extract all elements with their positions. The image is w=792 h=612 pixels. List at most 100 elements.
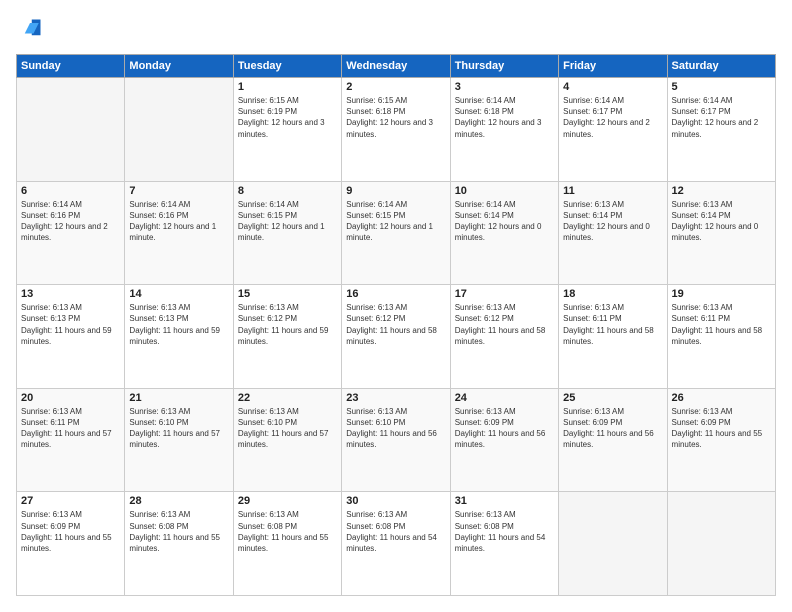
calendar-cell: 9 Sunrise: 6:14 AMSunset: 6:15 PMDaylight… [342, 181, 450, 285]
day-number: 29 [238, 495, 337, 507]
calendar-week-row: 1 Sunrise: 6:15 AMSunset: 6:19 PMDaylight… [17, 78, 776, 182]
day-number: 25 [563, 392, 662, 404]
day-info: Sunrise: 6:13 AMSunset: 6:09 PMDaylight:… [21, 509, 120, 554]
day-info: Sunrise: 6:13 AMSunset: 6:09 PMDaylight:… [672, 406, 771, 451]
day-number: 24 [455, 392, 554, 404]
day-info: Sunrise: 6:14 AMSunset: 6:15 PMDaylight:… [346, 199, 445, 244]
day-number: 19 [672, 288, 771, 300]
page: SundayMondayTuesdayWednesdayThursdayFrid… [0, 0, 792, 612]
day-info: Sunrise: 6:14 AMSunset: 6:17 PMDaylight:… [672, 95, 771, 140]
day-info: Sunrise: 6:14 AMSunset: 6:18 PMDaylight:… [455, 95, 554, 140]
calendar-cell [667, 492, 775, 596]
day-number: 1 [238, 81, 337, 93]
day-number: 4 [563, 81, 662, 93]
calendar-cell: 30Sunrise: 6:13 AMSunset: 6:08 PMDayligh… [342, 492, 450, 596]
calendar-cell: 6Sunrise: 6:14 AMSunset: 6:16 PMDaylight… [17, 181, 125, 285]
day-number: 14 [129, 288, 228, 300]
calendar-cell: 23Sunrise: 6:13 AMSunset: 6:10 PMDayligh… [342, 388, 450, 492]
day-number: 13 [21, 288, 120, 300]
day-info: Sunrise: 6:13 AMSunset: 6:11 PMDaylight:… [672, 302, 771, 347]
day-number: 17 [455, 288, 554, 300]
calendar-cell: 3 Sunrise: 6:14 AMSunset: 6:18 PMDaylight… [450, 78, 558, 182]
day-info: Sunrise: 6:13 AMSunset: 6:08 PMDaylight:… [455, 509, 554, 554]
logo [16, 16, 48, 44]
calendar-cell: 13 Sunrise: 6:13 AMSunset: 6:13 PMDayligh… [17, 285, 125, 389]
day-number: 7 [129, 185, 228, 197]
day-number: 16 [346, 288, 445, 300]
calendar-cell: 22 Sunrise: 6:13 AMSunset: 6:10 PMDayligh… [233, 388, 341, 492]
day-info: Sunrise: 6:13 AMSunset: 6:11 PMDaylight:… [563, 302, 662, 347]
calendar: SundayMondayTuesdayWednesdayThursdayFrid… [16, 54, 776, 596]
day-info: Sunrise: 6:14 AMSunset: 6:14 PMDaylight:… [455, 199, 554, 244]
day-number: 8 [238, 185, 337, 197]
day-info: Sunrise: 6:13 AMSunset: 6:13 PMDaylight:… [129, 302, 228, 347]
day-number: 31 [455, 495, 554, 507]
calendar-cell: 15 Sunrise: 6:13 AMSunset: 6:12 PMDayligh… [233, 285, 341, 389]
calendar-cell: 5 Sunrise: 6:14 AMSunset: 6:17 PMDaylight… [667, 78, 775, 182]
calendar-cell [125, 78, 233, 182]
day-of-week-header: Saturday [667, 55, 775, 78]
day-info: Sunrise: 6:15 AMSunset: 6:18 PMDaylight:… [346, 95, 445, 140]
calendar-cell: 26 Sunrise: 6:13 AMSunset: 6:09 PMDayligh… [667, 388, 775, 492]
calendar-cell: 1 Sunrise: 6:15 AMSunset: 6:19 PMDaylight… [233, 78, 341, 182]
day-of-week-header: Friday [559, 55, 667, 78]
calendar-cell: 11 Sunrise: 6:13 AMSunset: 6:14 PMDayligh… [559, 181, 667, 285]
day-info: Sunrise: 6:13 AMSunset: 6:12 PMDaylight:… [346, 302, 445, 347]
day-of-week-header: Monday [125, 55, 233, 78]
calendar-cell: 25 Sunrise: 6:13 AMSunset: 6:09 PMDayligh… [559, 388, 667, 492]
calendar-week-row: 20 Sunrise: 6:13 AMSunset: 6:11 PMDayligh… [17, 388, 776, 492]
day-info: Sunrise: 6:13 AMSunset: 6:10 PMDaylight:… [238, 406, 337, 451]
day-number: 2 [346, 81, 445, 93]
calendar-cell: 10 Sunrise: 6:14 AMSunset: 6:14 PMDayligh… [450, 181, 558, 285]
day-of-week-header: Tuesday [233, 55, 341, 78]
calendar-cell: 17 Sunrise: 6:13 AMSunset: 6:12 PMDayligh… [450, 285, 558, 389]
calendar-cell: 29 Sunrise: 6:13 AMSunset: 6:08 PMDayligh… [233, 492, 341, 596]
calendar-cell [17, 78, 125, 182]
day-info: Sunrise: 6:13 AMSunset: 6:08 PMDaylight:… [238, 509, 337, 554]
day-info: Sunrise: 6:13 AMSunset: 6:13 PMDaylight:… [21, 302, 120, 347]
calendar-cell: 20 Sunrise: 6:13 AMSunset: 6:11 PMDayligh… [17, 388, 125, 492]
day-info: Sunrise: 6:13 AMSunset: 6:09 PMDaylight:… [563, 406, 662, 451]
calendar-cell: 2 Sunrise: 6:15 AMSunset: 6:18 PMDaylight… [342, 78, 450, 182]
calendar-cell: 16 Sunrise: 6:13 AMSunset: 6:12 PMDayligh… [342, 285, 450, 389]
day-info: Sunrise: 6:14 AMSunset: 6:16 PMDaylight:… [21, 199, 120, 244]
day-number: 27 [21, 495, 120, 507]
day-number: 11 [563, 185, 662, 197]
header [16, 16, 776, 44]
day-number: 5 [672, 81, 771, 93]
calendar-body: 1 Sunrise: 6:15 AMSunset: 6:19 PMDaylight… [17, 78, 776, 596]
calendar-cell: 28 Sunrise: 6:13 AMSunset: 6:08 PMDayligh… [125, 492, 233, 596]
day-number: 20 [21, 392, 120, 404]
calendar-cell: 8Sunrise: 6:14 AMSunset: 6:15 PMDaylight… [233, 181, 341, 285]
calendar-cell: 19 Sunrise: 6:13 AMSunset: 6:11 PMDayligh… [667, 285, 775, 389]
day-info: Sunrise: 6:13 AMSunset: 6:14 PMDaylight:… [672, 199, 771, 244]
calendar-cell: 18Sunrise: 6:13 AMSunset: 6:11 PMDayligh… [559, 285, 667, 389]
day-info: Sunrise: 6:13 AMSunset: 6:12 PMDaylight:… [238, 302, 337, 347]
calendar-cell: 31 Sunrise: 6:13 AMSunset: 6:08 PMDayligh… [450, 492, 558, 596]
calendar-cell: 21Sunrise: 6:13 AMSunset: 6:10 PMDayligh… [125, 388, 233, 492]
day-number: 22 [238, 392, 337, 404]
calendar-cell: 4Sunrise: 6:14 AMSunset: 6:17 PMDaylight… [559, 78, 667, 182]
day-number: 3 [455, 81, 554, 93]
calendar-week-row: 27 Sunrise: 6:13 AMSunset: 6:09 PMDayligh… [17, 492, 776, 596]
day-info: Sunrise: 6:14 AMSunset: 6:16 PMDaylight:… [129, 199, 228, 244]
day-info: Sunrise: 6:13 AMSunset: 6:12 PMDaylight:… [455, 302, 554, 347]
calendar-cell [559, 492, 667, 596]
day-info: Sunrise: 6:13 AMSunset: 6:08 PMDaylight:… [129, 509, 228, 554]
day-number: 28 [129, 495, 228, 507]
calendar-cell: 14 Sunrise: 6:13 AMSunset: 6:13 PMDayligh… [125, 285, 233, 389]
day-number: 26 [672, 392, 771, 404]
calendar-week-row: 13 Sunrise: 6:13 AMSunset: 6:13 PMDayligh… [17, 285, 776, 389]
calendar-cell: 12 Sunrise: 6:13 AMSunset: 6:14 PMDayligh… [667, 181, 775, 285]
day-info: Sunrise: 6:15 AMSunset: 6:19 PMDaylight:… [238, 95, 337, 140]
day-number: 10 [455, 185, 554, 197]
day-number: 9 [346, 185, 445, 197]
calendar-week-row: 6Sunrise: 6:14 AMSunset: 6:16 PMDaylight… [17, 181, 776, 285]
logo-icon [16, 16, 44, 44]
day-number: 15 [238, 288, 337, 300]
calendar-cell: 24Sunrise: 6:13 AMSunset: 6:09 PMDayligh… [450, 388, 558, 492]
day-info: Sunrise: 6:13 AMSunset: 6:14 PMDaylight:… [563, 199, 662, 244]
day-info: Sunrise: 6:13 AMSunset: 6:10 PMDaylight:… [346, 406, 445, 451]
day-info: Sunrise: 6:13 AMSunset: 6:11 PMDaylight:… [21, 406, 120, 451]
day-number: 12 [672, 185, 771, 197]
